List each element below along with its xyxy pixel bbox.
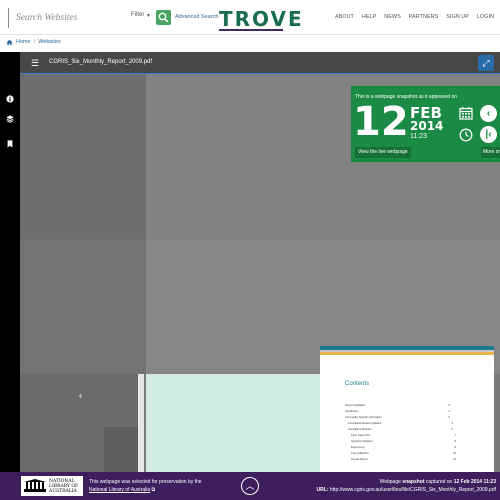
snapshot-card: This is a webpage snapshot as it appeare…: [351, 86, 500, 162]
snapshot-info: Webpage snapshot captured on 12 Feb 2014…: [317, 478, 496, 494]
snapshot-time: 11:23: [410, 133, 427, 140]
logo-underline: [219, 29, 283, 31]
more-snapshots-button[interactable]: More sn: [481, 147, 500, 158]
pdf-page-edge: [138, 374, 144, 472]
filter-dropdown[interactable]: Filter: [131, 12, 144, 18]
calendar-icon[interactable]: [459, 106, 473, 120]
breadcrumb: Home / Websites: [6, 37, 61, 47]
page-number: 4: [79, 394, 82, 400]
snapshot-date: 12 Feb 2014 11:23: [453, 479, 496, 485]
nav-about[interactable]: ABOUT: [335, 14, 354, 20]
snapshot-year: 2014: [410, 119, 444, 133]
page-stripe-gold: [320, 352, 494, 355]
pdf-page-tile: [20, 239, 146, 374]
toc-row: Farm Gate Price 7: [351, 434, 456, 437]
toc-row: Compliance Reports 6: [348, 428, 453, 431]
snapshot-day: 12: [353, 99, 409, 145]
clock-icon[interactable]: [459, 128, 473, 142]
breadcrumb-websites[interactable]: Websites: [38, 39, 61, 45]
top-header: Search Websites Filter ▼ Advanced Search…: [0, 0, 500, 35]
toc-row: Quarterly Statistics 8: [351, 440, 456, 443]
view-live-webpage-button[interactable]: View the live webpage: [355, 147, 411, 158]
nav-partners[interactable]: PARTNERS: [409, 14, 438, 20]
first-snapshot-button[interactable]: |‹: [480, 126, 497, 143]
trove-logo[interactable]: TROVE: [219, 7, 302, 33]
search-input[interactable]: Search Websites: [8, 8, 150, 28]
breadcrumb-separator: /: [33, 39, 36, 45]
contents-page: Contents Report Highlights 3 Introduction…: [320, 346, 494, 472]
nav-news[interactable]: NEWS: [384, 14, 401, 20]
expand-icon: ⤢: [482, 58, 490, 68]
url-label: URL:: [316, 487, 329, 493]
nla-logo-text: NATIONAL LIBRARY OF AUSTRALIA: [49, 479, 79, 494]
pdf-page-teal: [146, 374, 320, 472]
toc-row: Levy Collection 10: [351, 452, 456, 455]
skip-back-icon: |‹: [485, 129, 492, 140]
chevron-up-icon: ︿: [245, 481, 255, 491]
top-nav: ABOUT HELP NEWS PARTNERS SIGN UP LOGIN: [335, 14, 494, 20]
breadcrumb-home[interactable]: Home: [16, 39, 31, 45]
scroll-top-button[interactable]: ︿: [241, 477, 259, 495]
info-icon[interactable]: [6, 95, 14, 103]
toc-row: Annual Report 11: [351, 458, 456, 461]
toc-row: Export Levy 9: [351, 446, 456, 449]
toc-row: Report Highlights 3: [345, 404, 450, 407]
search-icon: [158, 12, 169, 23]
nav-sign-up[interactable]: SIGN UP: [446, 14, 469, 20]
footer-bar: NATIONAL LIBRARY OF AUSTRALIA This webpa…: [0, 472, 500, 500]
toc-row: Introduction 4: [345, 410, 450, 413]
pdf-page-tile: [104, 427, 138, 472]
layers-icon[interactable]: [6, 115, 14, 123]
trove-logo-text: TROVE: [219, 7, 304, 31]
nav-help[interactable]: HELP: [362, 14, 376, 20]
snapshot-prefix: Webpage: [379, 479, 401, 485]
expand-button[interactable]: ⤢: [478, 55, 494, 71]
external-link-icon: ⧉: [151, 487, 156, 493]
toc-row: Compliance Recent Updates 5: [348, 422, 453, 425]
previous-snapshot-button[interactable]: ‹: [480, 105, 497, 122]
contents-title: Contents: [345, 381, 370, 387]
snapshot-middle: captured on: [425, 479, 453, 485]
pdf-filename: CGRIS_Six_Monthly_Report_2009.pdf: [49, 59, 153, 65]
nav-login[interactable]: LOGIN: [477, 14, 494, 20]
bookmark-icon[interactable]: [6, 140, 14, 148]
nla-crest-icon: [24, 479, 46, 492]
url-value[interactable]: http://www.cgris.gov.au/userfiles/file/C…: [330, 487, 496, 493]
preservation-note: This webpage was selected for preservati…: [89, 478, 202, 494]
advanced-search-link[interactable]: Advanced Search: [175, 14, 218, 20]
home-icon: [6, 39, 13, 45]
caret-down-icon: ▼: [146, 13, 151, 19]
nla-logo[interactable]: NATIONAL LIBRARY OF AUSTRALIA: [21, 476, 83, 496]
side-toolbar: [0, 52, 20, 472]
menu-icon[interactable]: ☰: [31, 58, 39, 69]
nla-link[interactable]: National Library of Australia: [89, 487, 150, 493]
viewer-toolbar: ☰ CGRIS_Six_Monthly_Report_2009.pdf ⤢: [20, 52, 500, 74]
chevron-left-icon: ‹: [486, 108, 491, 119]
snapshot-word: snapshot: [402, 479, 425, 485]
pdf-page-tile: [20, 74, 146, 239]
preservation-text: This webpage was selected for preservati…: [89, 479, 202, 485]
search-button[interactable]: [156, 10, 171, 25]
toc-row: Commodity Specific Information 5: [345, 416, 450, 419]
